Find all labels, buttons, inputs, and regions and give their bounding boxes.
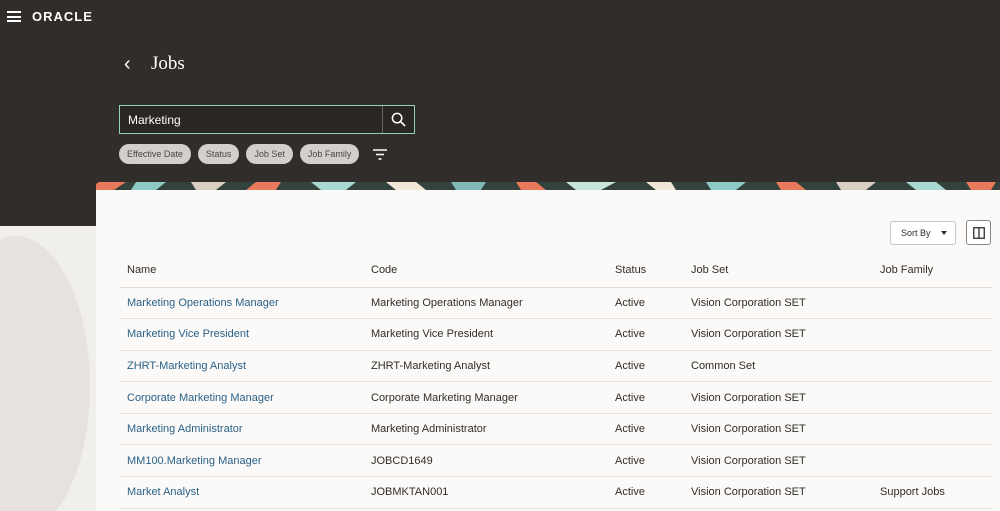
chip-effective-date[interactable]: Effective Date [119, 144, 191, 164]
sort-by-button[interactable]: Sort By [890, 221, 956, 245]
job-family [873, 318, 992, 351]
job-name-link[interactable]: Market Analyst [120, 476, 364, 509]
jobs-table: Name Code Status Job Set Job Family Mark… [120, 254, 992, 509]
sort-by-label: Sort By [901, 228, 931, 238]
filter-icon[interactable] [370, 144, 390, 164]
oracle-logo[interactable]: ORACLE [32, 9, 93, 24]
job-status: Active [608, 444, 684, 478]
column-header-job-family[interactable]: Job Family [873, 254, 992, 288]
job-code: JOBMKTAN001 [364, 476, 608, 509]
columns-icon [972, 226, 985, 239]
chip-job-set[interactable]: Job Set [246, 144, 293, 164]
job-family [873, 287, 992, 320]
table-row[interactable]: Marketing Administrator Marketing Admini… [120, 413, 992, 446]
search-box [119, 105, 415, 134]
chevron-down-icon [941, 231, 947, 235]
job-code: ZHRT-Marketing Analyst [364, 350, 608, 383]
job-name-link[interactable]: Marketing Operations Manager [120, 287, 364, 320]
search-button[interactable] [382, 106, 414, 133]
job-set: Vision Corporation SET [684, 413, 873, 446]
job-status: Active [608, 476, 684, 509]
job-status: Active [608, 350, 684, 383]
job-status: Active [608, 413, 684, 446]
job-family [873, 381, 992, 414]
job-status: Active [608, 381, 684, 414]
job-name-link[interactable]: Marketing Administrator [120, 413, 364, 446]
background-swirl [0, 236, 90, 511]
job-code: Marketing Administrator [364, 413, 608, 446]
job-name-link[interactable]: ZHRT-Marketing Analyst [120, 350, 364, 383]
chip-status[interactable]: Status [197, 144, 240, 164]
job-code: Marketing Vice President [364, 318, 608, 351]
job-name-link[interactable]: Marketing Vice President [120, 318, 364, 351]
job-set: Vision Corporation SET [684, 287, 873, 320]
table-row[interactable]: Market Analyst JOBMKTAN001 Active Vision… [120, 476, 992, 509]
table-row[interactable]: Corporate Marketing Manager Corporate Ma… [120, 381, 992, 414]
job-set: Vision Corporation SET [684, 444, 873, 478]
job-family: Support Jobs [873, 476, 992, 509]
job-set: Common Set [684, 350, 873, 383]
column-header-code[interactable]: Code [364, 254, 608, 288]
job-set: Vision Corporation SET [684, 318, 873, 351]
job-code: Marketing Operations Manager [364, 287, 608, 320]
job-name-link[interactable]: MM100.Marketing Manager [120, 444, 364, 478]
search-input[interactable] [120, 106, 382, 133]
column-header-name[interactable]: Name [120, 254, 364, 288]
job-family [873, 444, 992, 478]
job-code: JOBCD1649 [364, 444, 608, 478]
column-header-job-set[interactable]: Job Set [684, 254, 873, 288]
decorative-banner [96, 182, 1000, 190]
back-icon[interactable]: ‹ [124, 53, 138, 75]
table-row[interactable]: Marketing Operations Manager Marketing O… [120, 287, 992, 320]
job-status: Active [608, 318, 684, 351]
job-family [873, 413, 992, 446]
job-set: Vision Corporation SET [684, 381, 873, 414]
results-panel: Sort By Name Code Status Job Set Job Fam… [96, 182, 1000, 511]
job-set: Vision Corporation SET [684, 476, 873, 509]
chip-job-family[interactable]: Job Family [299, 144, 360, 164]
columns-toggle-button[interactable] [966, 220, 991, 245]
job-name-link[interactable]: Corporate Marketing Manager [120, 381, 364, 414]
table-row[interactable]: ZHRT-Marketing Analyst ZHRT-Marketing An… [120, 350, 992, 383]
table-row[interactable]: MM100.Marketing Manager JOBCD1649 Active… [120, 444, 992, 478]
page-title: Jobs [151, 53, 185, 74]
search-icon [391, 112, 406, 127]
menu-icon[interactable] [7, 11, 21, 22]
job-code: Corporate Marketing Manager [364, 381, 608, 414]
job-status: Active [608, 287, 684, 320]
column-header-status[interactable]: Status [608, 254, 684, 288]
table-header-row: Name Code Status Job Set Job Family [120, 254, 992, 288]
filter-chips: Effective Date Status Job Set Job Family [119, 144, 390, 164]
job-family [873, 350, 992, 383]
table-row[interactable]: Marketing Vice President Marketing Vice … [120, 318, 992, 351]
